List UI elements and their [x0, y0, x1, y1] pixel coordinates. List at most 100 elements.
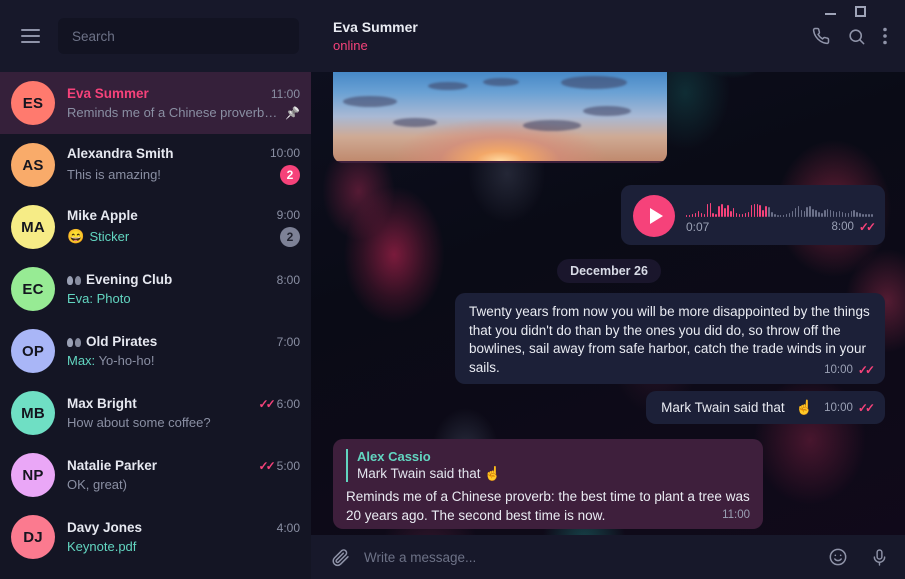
message-composer: Write a message... [311, 535, 905, 579]
read-receipt-icon: ✓✓ [258, 396, 276, 411]
photo-thumbnail-sunrise[interactable] [333, 72, 667, 161]
attribution-time: 10:00 [824, 401, 853, 414]
waveform-bar [859, 213, 861, 217]
attribution-meta: 10:00 ✓✓ [824, 401, 875, 415]
more-vertical-icon[interactable] [883, 27, 887, 45]
chat-list-item[interactable]: NP Natalie Parker ✓✓ 5:00 OK, great) [0, 444, 311, 506]
chat-list-item[interactable]: MB Max Bright ✓✓ 6:00 How about some coffee? [0, 382, 311, 444]
play-icon[interactable] [633, 195, 675, 237]
waveform-bar [700, 213, 703, 217]
avatar[interactable]: DJ [11, 515, 55, 559]
reply-meta: 11:00 [722, 509, 750, 521]
telegram-app-window: Search ES Eva Summer 11:00 Reminds me of a … [0, 0, 905, 579]
chat-list-item[interactable]: EC Evening Club 8:00 Eva: Photo [0, 258, 311, 320]
avatar[interactable]: NP [11, 453, 55, 497]
waveform-bar [847, 213, 849, 217]
close-button-area[interactable] [875, 0, 905, 22]
message-input[interactable]: Write a message... [364, 550, 814, 565]
minimize-button[interactable] [815, 0, 845, 22]
waveform-bar [697, 211, 700, 217]
avatar[interactable]: OP [11, 329, 55, 373]
waveform-bar [750, 205, 753, 217]
avatar[interactable]: MA [11, 205, 55, 249]
chat-list-item[interactable]: OP Old Pirates 7:00 Max: Yo-ho-ho! [0, 320, 311, 382]
waveform-bar [733, 208, 735, 217]
message-attribution[interactable]: Mark Twain said that ☝️ 10:00 ✓✓ [646, 391, 885, 424]
chat-item-name: Max Bright [67, 396, 137, 411]
waveform-bar [691, 214, 694, 217]
chat-item-header: Evening Club 8:00 [67, 272, 300, 287]
paperclip-icon[interactable] [331, 548, 350, 567]
chat-item-preview-row: OK, great) [67, 477, 300, 492]
search-icon[interactable] [847, 27, 866, 46]
waveform-bar [765, 206, 767, 217]
reply-author: Alex Cassio [357, 449, 431, 464]
voice-content: 0:07 8:00 ✓✓ [686, 195, 876, 237]
chat-list-item[interactable]: MA Mike Apple 9:00 😄 Sticker 2 [0, 196, 311, 258]
chat-item-preview: Sticker [89, 229, 130, 244]
waveform-bar [853, 210, 855, 217]
waveform-bar [838, 211, 841, 217]
pin-icon: 📌 [285, 105, 300, 120]
voice-time: 8:00 [831, 221, 854, 233]
chat-item-time: 5:00 [276, 458, 300, 473]
reply-quote-block[interactable]: Alex Cassio Mark Twain said that ☝️ [346, 449, 750, 482]
chat-list-item[interactable]: DJ Davy Jones 4:00 Keynote.pdf [0, 506, 311, 568]
waveform-bar [832, 211, 835, 217]
chat-item-time: 10:00 [269, 146, 300, 160]
chat-item-time-block: 10:00 [270, 146, 300, 160]
avatar[interactable]: EC [11, 267, 55, 311]
reply-quoted-text: Mark Twain said that ☝️ [357, 466, 502, 481]
message-voice[interactable]: 0:07 8:00 ✓✓ [621, 185, 885, 245]
chat-item-content: Max Bright ✓✓ 6:00 How about some coffee? [67, 396, 300, 430]
waveform-bar [844, 213, 847, 217]
chat-item-time: 6:00 [276, 396, 300, 411]
waveform-bar [841, 212, 844, 217]
waveform-bar [871, 214, 873, 217]
chat-item-header: Alexandra Smith 10:00 [67, 146, 300, 161]
avatar[interactable]: AS [11, 143, 55, 187]
chat-header-actions [812, 27, 887, 46]
chat-item-preview: Keynote.pdf [67, 539, 137, 554]
chat-item-preview-row: Max: Yo-ho-ho! [67, 353, 300, 368]
reply-time: 11:00 [722, 509, 750, 521]
minimize-icon [824, 13, 836, 15]
chat-item-preview-row: This is amazing! 2 [67, 164, 300, 185]
quote-footer: 10:00 ✓✓ [469, 363, 875, 377]
avatar[interactable]: MB [11, 391, 55, 435]
chat-list[interactable]: ES Eva Summer 11:00 Reminds me of a Chinese… [0, 72, 311, 579]
message-photo[interactable]: Nearly missed this sunrise 7:00 [333, 72, 667, 163]
chat-list-item[interactable]: ES Eva Summer 11:00 Reminds me of a Chinese… [0, 72, 311, 134]
avatar[interactable]: ES [11, 81, 55, 125]
pointing-hand-emoji: ☝️ [795, 399, 814, 415]
waveform-bar [850, 211, 852, 217]
message-quote[interactable]: Twenty years from now you will be more d… [455, 293, 885, 384]
chat-header-info[interactable]: Eva Summer online [333, 19, 418, 53]
date-divider: December 26 [557, 259, 661, 283]
chat-item-preview-row: Reminds me of a Chinese proverb… 📌 [67, 105, 300, 120]
chat-item-time-block: 9:00 [277, 208, 300, 222]
chat-item-content: Evening Club 8:00 Eva: Photo [67, 272, 300, 306]
message-reply[interactable]: Alex Cassio Mark Twain said that ☝️ Remi… [333, 439, 763, 529]
chat-item-time-block: ✓✓ 6:00 [259, 397, 300, 411]
waveform-bar [856, 212, 858, 217]
waveform-bar [791, 211, 794, 217]
photo-caption-row: Nearly missed this sunrise 7:00 [333, 161, 667, 163]
waveform-bar [800, 210, 802, 217]
phone-icon[interactable] [812, 27, 830, 45]
search-input[interactable]: Search [58, 18, 299, 54]
smiley-icon[interactable] [828, 547, 848, 567]
maximize-icon [854, 5, 866, 17]
hamburger-menu-icon[interactable] [8, 14, 52, 58]
voice-waveform[interactable] [686, 195, 873, 217]
chat-list-item[interactable]: AS Alexandra Smith 10:00 This is amazing! 2 [0, 134, 311, 196]
chat-status: online [333, 38, 368, 53]
chat-title: Eva Summer [333, 19, 418, 35]
chat-item-preview: Max: Yo-ho-ho! [67, 353, 300, 368]
waveform-bar [744, 213, 747, 217]
chat-item-name: Eva Summer [67, 86, 149, 101]
chat-item-preview-row: How about some coffee? [67, 415, 300, 430]
waveform-bar [862, 214, 864, 217]
microphone-icon[interactable] [870, 548, 889, 567]
maximize-button[interactable] [845, 0, 875, 22]
